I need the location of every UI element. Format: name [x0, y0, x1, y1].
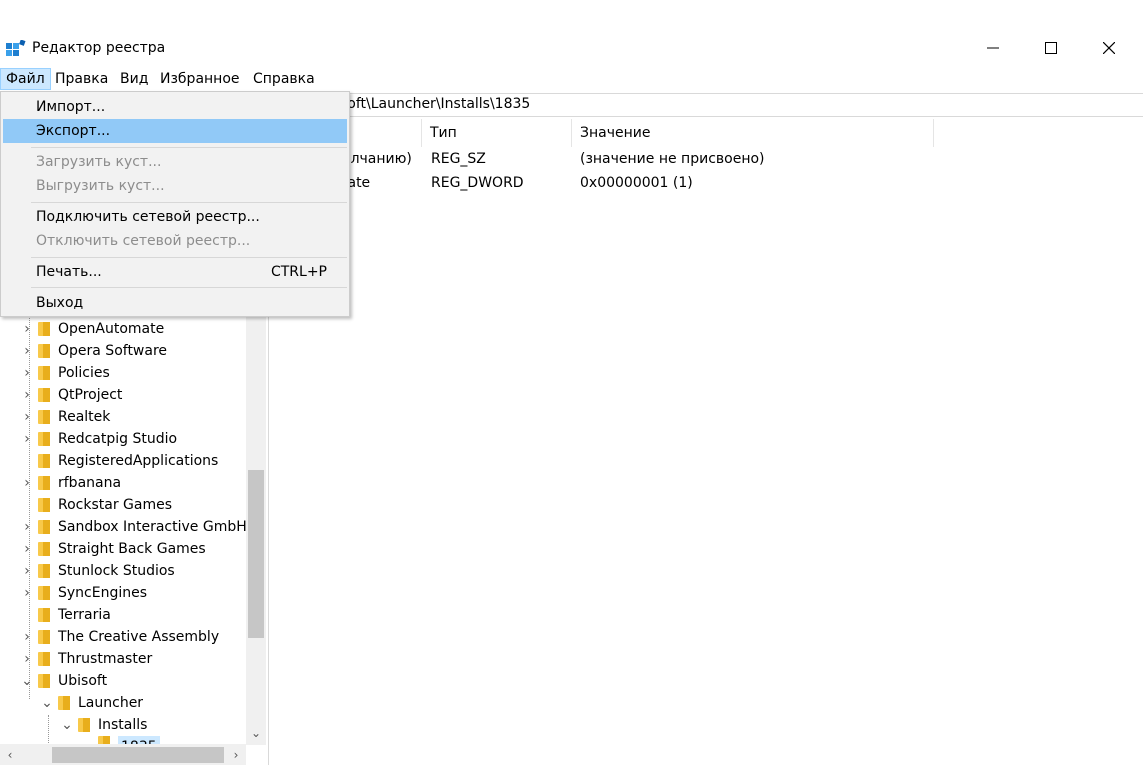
tree-item-the-creative-assembly[interactable]: › The Creative Assembly [20, 626, 219, 648]
folder-icon [38, 630, 50, 644]
chevron-right-icon[interactable]: › [20, 472, 34, 494]
menu-edit[interactable]: Правка [50, 68, 113, 90]
chevron-down-icon[interactable]: ⌄ [20, 670, 34, 692]
tree-item-openautomate[interactable]: › OpenAutomate [20, 318, 164, 340]
chevron-right-icon[interactable]: › [20, 318, 34, 340]
folder-icon [38, 322, 50, 336]
folder-icon [38, 344, 50, 358]
menu-favorites[interactable]: Избранное [155, 68, 245, 90]
folder-icon [38, 520, 50, 534]
menu-item-load-hive: Загрузить куст... [36, 154, 162, 170]
menu-item-disconnect-network-registry: Отключить сетевой реестр... [36, 233, 251, 249]
tree-item-installs[interactable]: ⌄ Installs [60, 714, 147, 736]
folder-icon [38, 388, 50, 402]
tree-vertical-scroll-thumb[interactable] [248, 470, 264, 638]
menu-separator [31, 202, 347, 203]
tree-horizontal-scroll-thumb[interactable] [52, 747, 224, 763]
column-header-value[interactable]: Значение [572, 119, 934, 147]
registry-editor-icon [6, 40, 26, 56]
chevron-right-icon[interactable]: › [20, 362, 34, 384]
address-path[interactable]: soft\Launcher\Installs\1835 [340, 96, 530, 112]
maximize-button[interactable] [1028, 28, 1074, 68]
menu-bar: Файл Правка Вид Избранное Справка [0, 68, 1143, 90]
column-header-type[interactable]: Тип [422, 119, 572, 147]
tree-item-opera-software[interactable]: › Opera Software [20, 340, 167, 362]
chevron-right-icon[interactable]: › [20, 626, 34, 648]
close-button[interactable] [1086, 28, 1132, 68]
tree-item-ubisoft[interactable]: ⌄ Ubisoft [20, 670, 107, 692]
folder-icon [78, 718, 90, 732]
chevron-right-icon[interactable]: › [20, 582, 34, 604]
maximize-icon [1045, 42, 1057, 54]
values-list: Тип Значение олчанию) REG_SZ (значение н… [272, 119, 1143, 765]
scroll-down-arrow-icon[interactable]: ⌄ [246, 722, 266, 744]
file-menu-dropdown: Импорт... Экспорт... Загрузить куст... В… [0, 91, 350, 317]
tree-item-redcatpig-studio[interactable]: › Redcatpig Studio [20, 428, 177, 450]
tree-item-sandbox-interactive[interactable]: › Sandbox Interactive GmbH [20, 516, 247, 538]
value-type: REG_SZ [431, 151, 486, 167]
chevron-right-icon[interactable]: › [20, 384, 34, 406]
menu-separator [31, 287, 347, 288]
menu-separator [31, 257, 347, 258]
folder-icon [38, 432, 50, 446]
menu-separator [31, 147, 347, 148]
tree-item-thrustmaster[interactable]: › Thrustmaster [20, 648, 152, 670]
tree-item-rockstar-games[interactable]: Rockstar Games [20, 494, 172, 516]
chevron-right-icon[interactable]: › [20, 428, 34, 450]
tree-item-syncengines[interactable]: › SyncEngines [20, 582, 147, 604]
shortcut-label: CTRL+P [270, 264, 327, 280]
chevron-right-icon[interactable]: › [20, 516, 34, 538]
chevron-right-icon[interactable]: › [20, 406, 34, 428]
folder-icon [38, 410, 50, 424]
folder-icon [58, 696, 70, 710]
menu-item-exit[interactable]: Выход [3, 291, 347, 315]
menu-item-unload-hive: Выгрузить куст... [36, 178, 165, 194]
tree-guide-line [48, 715, 49, 745]
folder-icon [38, 454, 50, 468]
tree-item-rfbanana[interactable]: › rfbanana [20, 472, 121, 494]
folder-icon [38, 476, 50, 490]
tree-item-stunlock-studios[interactable]: › Stunlock Studios [20, 560, 175, 582]
chevron-right-icon[interactable]: › [20, 648, 34, 670]
window-title: Редактор реестра [32, 40, 166, 56]
minimize-button[interactable] [970, 28, 1016, 68]
tree-item-launcher[interactable]: ⌄ Launcher [40, 692, 143, 714]
menu-item-import[interactable]: Импорт... [3, 95, 347, 119]
close-icon [1103, 42, 1115, 54]
chevron-down-icon[interactable]: ⌄ [40, 692, 54, 714]
tree-item-registeredapplications[interactable]: RegisteredApplications [20, 450, 218, 472]
folder-icon [38, 564, 50, 578]
minimize-icon [987, 47, 999, 49]
tree-item-policies[interactable]: › Policies [20, 362, 110, 384]
folder-icon [38, 586, 50, 600]
folder-icon [38, 366, 50, 380]
tree-item-qtproject[interactable]: › QtProject [20, 384, 122, 406]
chevron-right-icon[interactable]: › [20, 538, 34, 560]
menu-item-export[interactable]: Экспорт... [3, 119, 347, 143]
value-data: (значение не присвоено) [580, 151, 765, 167]
value-name[interactable]: олчанию) [342, 147, 412, 171]
value-data: 0x00000001 (1) [580, 175, 693, 191]
title-bar: Редактор реестра [0, 0, 1143, 64]
folder-icon [38, 608, 50, 622]
menu-item-connect-network-registry[interactable]: Подключить сетевой реестр... [3, 205, 347, 229]
folder-icon [38, 652, 50, 666]
tree-item-straight-back-games[interactable]: › Straight Back Games [20, 538, 206, 560]
chevron-right-icon[interactable]: › [20, 340, 34, 362]
chevron-right-icon[interactable]: › [20, 560, 34, 582]
folder-icon [38, 674, 50, 688]
menu-help[interactable]: Справка [248, 68, 320, 90]
tree-item-terraria[interactable]: Terraria [20, 604, 111, 626]
scroll-left-arrow-icon[interactable]: ‹ [0, 744, 20, 765]
folder-icon [38, 498, 50, 512]
folder-icon [38, 542, 50, 556]
menu-view[interactable]: Вид [115, 68, 153, 90]
menu-file[interactable]: Файл [0, 68, 51, 90]
chevron-down-icon[interactable]: ⌄ [60, 714, 74, 736]
value-type: REG_DWORD [431, 175, 524, 191]
tree-item-realtek[interactable]: › Realtek [20, 406, 110, 428]
menu-item-print[interactable]: Печать... CTRL+P [3, 260, 347, 284]
scroll-right-arrow-icon[interactable]: › [226, 744, 246, 765]
